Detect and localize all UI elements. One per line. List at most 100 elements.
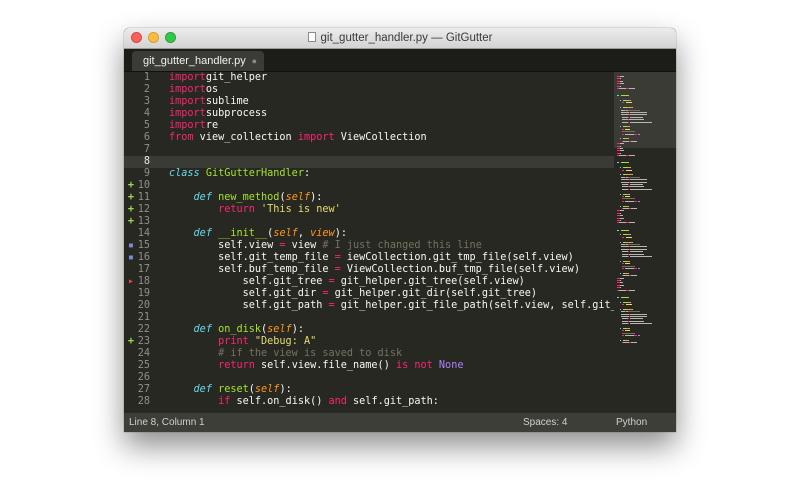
minimap-mark — [638, 133, 641, 135]
minimap-mark — [625, 330, 630, 332]
code-line[interactable]: +11 def new_method(self): — [124, 192, 676, 204]
minimap-mark — [619, 272, 622, 274]
tab-bar: git_gutter_handler.py ● — [124, 49, 676, 72]
tab-close-icon[interactable]: ● — [252, 51, 257, 71]
line-number: 27 — [137, 384, 150, 395]
minimap-mark — [625, 102, 632, 104]
code-token: self — [273, 228, 298, 239]
code-line[interactable]: 8 — [124, 156, 676, 168]
line-number: 9 — [143, 168, 150, 179]
code-token: print — [218, 336, 249, 347]
code-line[interactable]: 17 self.buf_temp_file = ViewCollection.b… — [124, 264, 676, 276]
code-line[interactable]: 9 class GitGutterHandler: — [124, 168, 676, 180]
minimap-mark — [629, 116, 644, 118]
code-line[interactable]: 4 importsubprocess — [124, 108, 676, 120]
code-line[interactable]: +23 print "Debug: A" — [124, 336, 676, 348]
code-line[interactable]: 27 def reset(self): — [124, 384, 676, 396]
code-token: git_helper.git_dir(self.git_tree) — [328, 288, 538, 299]
tab-git-gutter-handler[interactable]: git_gutter_handler.py ● — [132, 51, 264, 71]
minimap-mark — [620, 114, 629, 116]
code-token: # if the view is saved to disk — [218, 348, 403, 359]
code-token: import — [297, 132, 335, 143]
minimap-mark — [629, 155, 636, 157]
code-token: self — [254, 384, 280, 395]
code-token: GitGutterHandler — [205, 168, 304, 179]
minimap-mark — [619, 220, 621, 221]
minimap-mark — [620, 248, 629, 250]
code-line[interactable]: 2 importos — [124, 84, 676, 96]
minimap-mark — [627, 95, 629, 97]
minimap-mark — [619, 215, 623, 217]
code-line[interactable]: 14 def __init__(self, view): — [124, 228, 676, 240]
code-line[interactable]: +12 return 'This is new' — [124, 204, 676, 216]
window-title: git_gutter_handler.py — GitGutter — [320, 32, 493, 44]
line-number: 2 — [143, 84, 150, 95]
code-line[interactable]: 7 — [124, 144, 676, 156]
minimap-mark — [630, 114, 648, 116]
code-token: iewCollection.git_tmp_file(self.view) — [340, 252, 574, 263]
code-line[interactable]: 21 — [124, 312, 676, 324]
code-text: if self.on_disk() and self.git_path: — [169, 396, 439, 408]
code-line[interactable]: ▪ 16 self.git_temp_file = iewCollection.g… — [124, 252, 676, 264]
minimap-mark — [621, 304, 625, 305]
line-number: 21 — [137, 312, 150, 323]
syntax-selector[interactable]: Python — [616, 413, 647, 432]
minimap-mark — [634, 200, 637, 202]
minimap-mark — [638, 200, 641, 202]
code-token: def — [193, 192, 212, 203]
minimap-mark — [620, 296, 628, 298]
code-text: print "Debug: A" — [169, 336, 316, 348]
minimap-mark — [621, 332, 636, 334]
minimap-mark — [629, 167, 631, 169]
code-line[interactable]: 26 — [124, 372, 676, 384]
minimap-mark — [630, 181, 648, 183]
code-line[interactable]: 3 importsublime — [124, 96, 676, 108]
minimap-mark — [619, 287, 621, 289]
code-token: self.buf_temp_file — [169, 264, 335, 275]
code-line[interactable]: ▸ 18 self.git_tree = git_helper.git_tree(… — [124, 276, 676, 288]
code-line[interactable]: 19 self.git_dir = git_helper.git_dir(sel… — [124, 288, 676, 300]
code-line[interactable]: +10 — [124, 180, 676, 192]
code-token: self.git_dir — [169, 288, 323, 299]
indentation-setting[interactable]: Spaces: 4 — [523, 413, 567, 432]
minimap-mark — [617, 229, 620, 231]
minimap-mark — [629, 121, 653, 123]
minimap-mark — [624, 335, 635, 337]
code-text: importos — [169, 84, 218, 96]
minimap-mark — [625, 169, 632, 171]
line-number: 26 — [137, 372, 150, 383]
minimap-mark — [619, 277, 625, 279]
code-token: self.git_path — [169, 300, 329, 311]
code-line[interactable]: 6 from view_collection import ViewCollect… — [124, 132, 676, 144]
minimap-mark — [625, 236, 632, 238]
minimap-mark — [621, 169, 625, 171]
minimap-mark — [619, 155, 626, 157]
minimap-mark — [625, 304, 632, 305]
code-line[interactable]: 22 def on_disk(self): — [124, 324, 676, 336]
code-text: importsublime — [169, 96, 249, 108]
code-line[interactable]: ▪ 15 self.view = view # I just changed th… — [124, 240, 676, 252]
code-line[interactable]: 25 return self.view.file_name() is not N… — [124, 360, 676, 372]
minimap-mark — [625, 263, 630, 265]
code-line[interactable]: 28 if self.on_disk() and self.git_path: — [124, 396, 676, 408]
minimap[interactable] — [614, 72, 676, 412]
minimap-mark — [629, 320, 645, 322]
minimap-mark — [621, 102, 625, 104]
code-token: git_helper.git_tree(self.view) — [334, 276, 525, 287]
code-token: return — [218, 360, 255, 371]
code-token: reset — [218, 384, 249, 395]
code-token: self.git_tree — [169, 276, 329, 287]
minimap-mark — [629, 301, 631, 303]
minimap-mark — [629, 186, 645, 188]
code-line[interactable]: 5 importre — [124, 120, 676, 132]
code-editor[interactable]: 1 importgit_helper 2 importos 3 importsublime… — [124, 72, 676, 412]
code-line[interactable]: 20 self.git_path = git_helper.git_file_p… — [124, 300, 676, 312]
code-line[interactable]: 24 # if the view is saved to disk — [124, 348, 676, 360]
minimap-mark — [631, 140, 638, 142]
code-token: import — [169, 96, 206, 107]
code-line[interactable]: 1 importgit_helper — [124, 72, 676, 84]
minimap-mark — [627, 162, 629, 164]
minimap-mark — [638, 268, 641, 269]
code-token: on_disk — [218, 324, 262, 335]
code-line[interactable]: +13 — [124, 216, 676, 228]
